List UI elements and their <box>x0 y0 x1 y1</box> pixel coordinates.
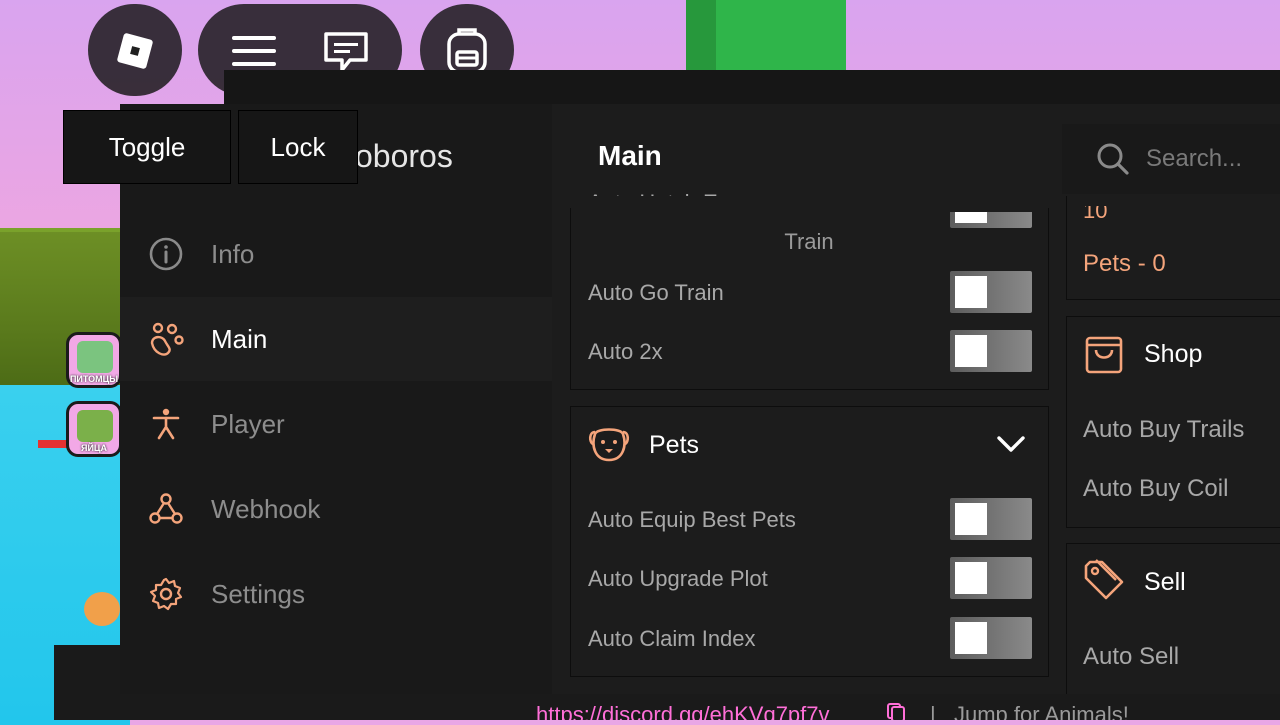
auto-upgrade-plot-label: Auto Upgrade Plot <box>588 566 768 591</box>
auto-equip-best-pets-label: Auto Equip Best Pets <box>588 507 796 532</box>
roblox-menu-button[interactable] <box>88 4 182 96</box>
search-input[interactable]: Search... <box>1146 145 1242 173</box>
auto-sell-label[interactable]: Auto Sell <box>1083 643 1179 671</box>
auto-buy-trails-label[interactable]: Auto Buy Trails <box>1083 416 1244 444</box>
toggle-knob <box>955 622 987 654</box>
pets-count-value: 0 <box>1152 250 1166 277</box>
paw-icon <box>150 322 184 356</box>
sidebar-item-label: Main <box>211 323 268 354</box>
pets-count-label: Pets <box>1083 250 1132 277</box>
sell-card-title: Sell <box>1144 568 1186 596</box>
gear-icon <box>149 577 183 611</box>
person-icon <box>152 408 180 440</box>
panel-frame <box>224 70 1280 106</box>
sidebar-item-webhook[interactable]: Webhook <box>120 467 552 551</box>
dog-face-icon <box>588 428 630 462</box>
sidebar-item-player[interactable]: Player <box>120 382 552 466</box>
current-tab-title: Main <box>598 140 662 171</box>
auto-equip-best-pets-toggle[interactable] <box>950 498 1032 540</box>
sidebar-item-settings[interactable]: Settings <box>120 552 552 636</box>
auto-buy-coil-label[interactable]: Auto Buy Coil <box>1083 475 1228 503</box>
shop-card-title: Shop <box>1144 340 1203 368</box>
auto-claim-index-toggle[interactable] <box>950 617 1032 659</box>
game-name: Jump for Animals! <box>954 702 1129 720</box>
auto-2x-toggle[interactable] <box>950 330 1032 372</box>
sidebar-item-info[interactable]: Info <box>120 212 552 296</box>
sidebar-item-label: Webhook <box>211 493 321 524</box>
copy-icon[interactable] <box>886 702 906 720</box>
discord-link[interactable]: https://discord.gg/ehKVq7pf7v <box>536 702 830 720</box>
hamburger-menu-icon[interactable] <box>230 34 278 70</box>
chevron-down-icon[interactable] <box>996 434 1026 454</box>
lock-ui-button[interactable]: Lock <box>238 110 358 184</box>
footer-bar: https://discord.gg/ehKVq7pf7v | Jump for… <box>120 694 1280 720</box>
toggle-ui-button[interactable]: Toggle <box>63 110 231 184</box>
toggle-knob <box>955 503 987 535</box>
sidebar-item-label: Settings <box>211 578 305 609</box>
chat-icon[interactable] <box>322 30 370 74</box>
pets-card-title: Pets <box>649 431 700 459</box>
toggle-knob <box>955 335 987 367</box>
pets-menu-label: ПИТОМЦЫ <box>69 374 119 384</box>
toggle-knob <box>955 276 987 308</box>
pets-menu-button[interactable]: ПИТОМЦЫ <box>66 332 122 388</box>
game-pet-character <box>84 592 120 626</box>
shopping-bag-icon <box>1085 336 1123 374</box>
eggs-menu-button[interactable]: ЯЙЦА <box>66 401 122 457</box>
eggs-menu-label: ЯЙЦА <box>80 443 107 453</box>
toggle-knob <box>955 562 987 594</box>
search-box[interactable]: Search... <box>1062 124 1280 194</box>
search-icon <box>1097 143 1129 175</box>
train-section-label: Train <box>784 229 834 254</box>
info-icon <box>149 237 183 271</box>
sidebar-item-label: Info <box>211 238 255 269</box>
pets-count-separator: - <box>1131 250 1153 277</box>
webhook-icon <box>149 493 183 524</box>
pets-count: Pets - 0 <box>1083 250 1166 278</box>
egg-crate-icon <box>77 410 113 442</box>
tag-icon <box>1084 559 1124 600</box>
roblox-logo-icon <box>117 33 153 69</box>
backpack-icon <box>447 28 487 74</box>
auto-upgrade-plot-toggle[interactable] <box>950 557 1032 599</box>
auto-claim-index-label: Auto Claim Index <box>588 626 756 651</box>
sidebar-item-label: Player <box>211 408 285 439</box>
scroll-clip <box>560 196 1060 208</box>
sidebar-item-main[interactable]: Main <box>120 297 552 381</box>
auto-go-train-toggle[interactable] <box>950 271 1032 313</box>
game-tower-shade <box>686 0 716 72</box>
footer-separator: | <box>930 702 936 720</box>
auto-go-train-label: Auto Go Train <box>588 280 724 305</box>
window-title: oboros <box>355 138 453 174</box>
auto-2x-label: Auto 2x <box>588 339 663 364</box>
game-block <box>54 645 124 720</box>
pet-face-icon <box>77 341 113 373</box>
